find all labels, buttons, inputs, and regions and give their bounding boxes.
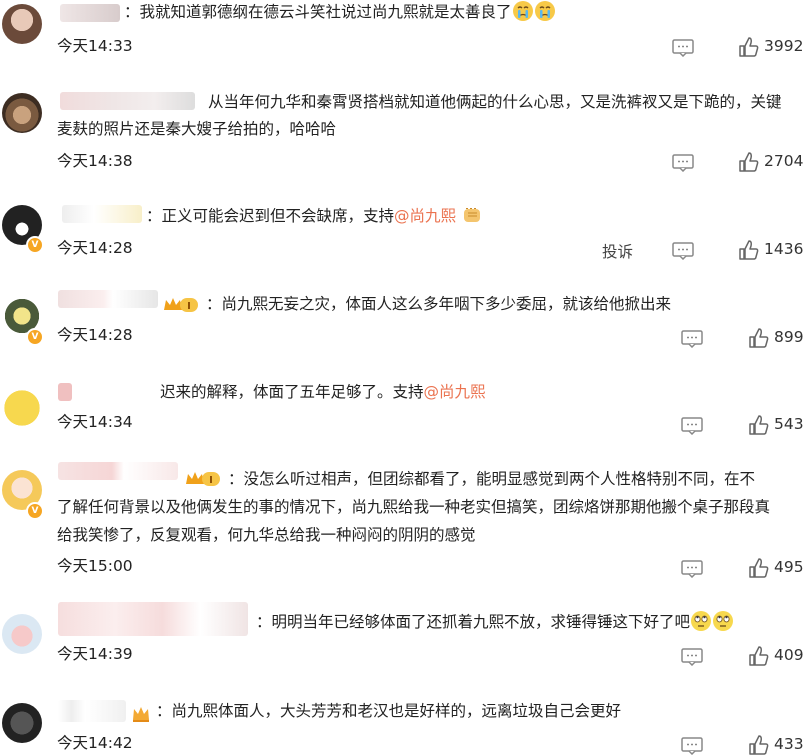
reply-icon[interactable] bbox=[681, 737, 703, 755]
like-icon[interactable] bbox=[738, 151, 760, 173]
crying-face-icon bbox=[512, 0, 534, 22]
vip-level-label: I bbox=[209, 475, 213, 486]
reply-icon[interactable] bbox=[672, 154, 694, 172]
comment-text-cont: 麦麸的照片还是秦大嫂子给拍的，哈哈哈 bbox=[57, 120, 337, 138]
like-count: 1436 bbox=[764, 240, 804, 258]
like-icon[interactable] bbox=[748, 734, 770, 756]
comment-text: ：明明当年已经够体面了还抓着九熙不放，求锤得锤这下好了吧 bbox=[256, 609, 734, 635]
avatar[interactable] bbox=[2, 703, 42, 743]
like-icon[interactable] bbox=[748, 327, 770, 349]
like-icon[interactable] bbox=[738, 36, 760, 58]
like-icon[interactable] bbox=[748, 645, 770, 667]
vip-crown-icon: I bbox=[186, 472, 220, 486]
comment-text: ：尚九熙体面人，大头芳芳和老汉也是好样的，远离垃圾自己会更好 bbox=[156, 702, 622, 720]
crown-badge-icon bbox=[130, 703, 152, 725]
like-count: 2704 bbox=[764, 152, 804, 170]
comment-time: 今天14:39 bbox=[57, 645, 133, 663]
comment-text-cont: 给我笑惨了，反复观看，何九华总给我一种闷闷的阴阴的感觉 bbox=[57, 526, 476, 544]
reply-icon[interactable] bbox=[681, 330, 703, 348]
username-blurred[interactable] bbox=[58, 462, 178, 480]
comment-text: ：没怎么听过相声，但团综都看了，能明显感觉到两个人性格特别不同，在不 bbox=[228, 470, 756, 488]
comment-time: 今天15:00 bbox=[57, 557, 133, 575]
comment-text: ：正义可能会迟到但不会缺席，支持@尚九熙 bbox=[146, 203, 483, 229]
comment-time: 今天14:42 bbox=[57, 734, 133, 752]
fist-emoji-icon bbox=[461, 204, 483, 226]
comment-time: 今天14:34 bbox=[57, 413, 133, 431]
like-count: 899 bbox=[774, 328, 804, 346]
verified-badge-icon: V bbox=[26, 236, 44, 254]
comment-text: 从当年何九华和秦霄贤搭档就知道他俩起的什么心思，又是洗裤衩又是下跪的，关键 bbox=[208, 93, 782, 111]
crying-face-icon bbox=[534, 0, 556, 22]
reply-icon[interactable] bbox=[681, 560, 703, 578]
comment-text: 迟来的解释，体面了五年足够了。支持@尚九熙 bbox=[160, 383, 486, 401]
comment-text: ：尚九熙无妄之灾，体面人这么多年咽下多少委屈，就该给他掀出来 bbox=[206, 295, 672, 313]
username-blurred[interactable] bbox=[60, 4, 120, 22]
mention-link[interactable]: @尚九熙 bbox=[424, 383, 486, 401]
avatar[interactable] bbox=[2, 4, 42, 44]
like-icon[interactable] bbox=[738, 239, 760, 261]
reply-icon[interactable] bbox=[672, 39, 694, 57]
username-blurred[interactable] bbox=[58, 290, 158, 308]
like-icon[interactable] bbox=[748, 414, 770, 436]
comment-text: ：我就知道郭德纲在德云斗笑社说过尚九熙就是太善良了 bbox=[124, 0, 556, 25]
verified-badge-icon: V bbox=[26, 328, 44, 346]
avatar[interactable] bbox=[2, 614, 42, 654]
username-blurred[interactable] bbox=[60, 92, 195, 110]
verified-badge-icon: V bbox=[26, 502, 44, 520]
like-icon[interactable] bbox=[748, 557, 770, 579]
username-blurred[interactable] bbox=[58, 383, 72, 401]
username-blurred[interactable] bbox=[58, 700, 126, 722]
comment-time: 今天14:33 bbox=[57, 37, 133, 55]
vip-level-label: I bbox=[187, 301, 191, 312]
reply-icon[interactable] bbox=[681, 417, 703, 435]
reply-icon[interactable] bbox=[672, 242, 694, 260]
report-link[interactable]: 投诉 bbox=[602, 240, 633, 262]
username-blurred[interactable] bbox=[62, 205, 142, 223]
comment-time: 今天14:28 bbox=[57, 326, 133, 344]
comment-time: 今天14:28 bbox=[57, 239, 133, 257]
vip-crown-icon: I bbox=[164, 298, 198, 312]
like-count: 3992 bbox=[764, 37, 804, 55]
rolling-eyes-icon bbox=[690, 610, 712, 632]
comment-time: 今天14:38 bbox=[57, 152, 133, 170]
avatar[interactable] bbox=[2, 93, 42, 133]
like-count: 409 bbox=[774, 646, 804, 664]
mention-link[interactable]: @尚九熙 bbox=[394, 207, 456, 225]
avatar[interactable] bbox=[2, 388, 42, 428]
reply-icon[interactable] bbox=[681, 648, 703, 666]
rolling-eyes-icon bbox=[712, 610, 734, 632]
comment-text-cont: 了解任何背景以及他俩发生的事的情况下，尚九熙给我一种老实但搞笑，团综烙饼那期他搬… bbox=[57, 498, 771, 516]
like-count: 543 bbox=[774, 415, 804, 433]
like-count: 495 bbox=[774, 558, 804, 576]
username-blurred[interactable] bbox=[58, 602, 248, 636]
like-count: 433 bbox=[774, 735, 804, 753]
